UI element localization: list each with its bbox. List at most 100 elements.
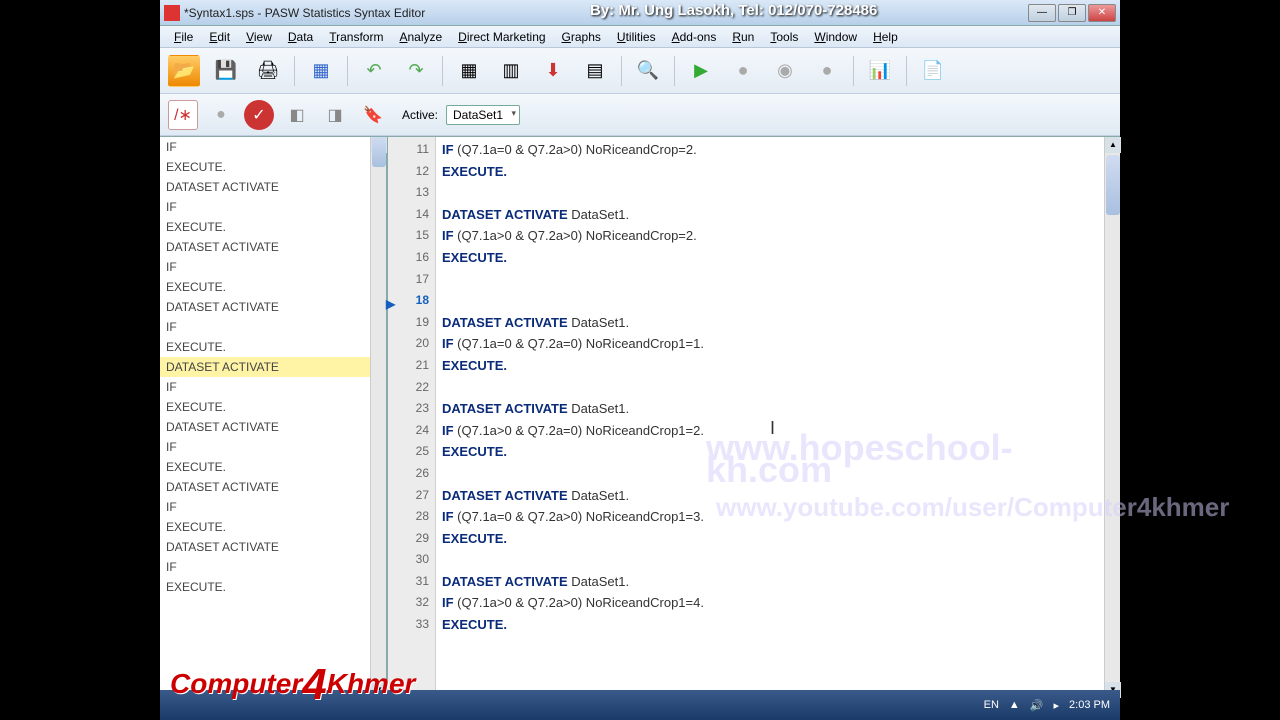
nav-item[interactable]: EXECUTE. xyxy=(160,577,370,597)
variables-icon[interactable]: ▥ xyxy=(495,55,527,87)
tool-icon-1[interactable]: ● xyxy=(727,55,759,87)
nav-item[interactable]: DATASET ACTIVATE xyxy=(160,417,370,437)
code-line[interactable] xyxy=(442,549,1104,571)
open-icon[interactable]: 📂 xyxy=(168,55,200,87)
data-icon[interactable]: ▦ xyxy=(305,55,337,87)
validate-icon[interactable]: ✓ xyxy=(244,100,274,130)
minimize-button[interactable]: — xyxy=(1028,4,1056,22)
active-dataset-combo[interactable]: DataSet1 xyxy=(446,105,520,125)
gutter-line[interactable]: 19 xyxy=(388,312,435,334)
help-icon[interactable]: 📊 xyxy=(864,55,896,87)
code-line[interactable] xyxy=(442,269,1104,291)
comment-icon[interactable]: /∗ xyxy=(168,100,198,130)
gutter-line[interactable]: 23 xyxy=(388,398,435,420)
menu-add-ons[interactable]: Add-ons xyxy=(664,28,725,46)
nav-item[interactable]: EXECUTE. xyxy=(160,157,370,177)
gutter-line[interactable]: 13 xyxy=(388,182,435,204)
breakpoint-icon[interactable]: ● xyxy=(206,100,236,130)
gutter-line[interactable]: 27 xyxy=(388,485,435,507)
tool-icon-3[interactable]: ● xyxy=(811,55,843,87)
menu-run[interactable]: Run xyxy=(724,28,762,46)
code-line[interactable] xyxy=(442,290,1104,312)
code-line[interactable] xyxy=(442,377,1104,399)
tray-network-icon[interactable]: ▲ xyxy=(1009,699,1020,711)
menu-tools[interactable]: Tools xyxy=(762,28,806,46)
code-line[interactable]: IF (Q7.1a=0 & Q7.2a>0) NoRiceandCrop=2. xyxy=(442,139,1104,161)
nav-item[interactable]: IF xyxy=(160,557,370,577)
line-gutter[interactable]: 1112131415161718▶19202122232425262728293… xyxy=(388,137,436,698)
nav-item[interactable]: IF xyxy=(160,317,370,337)
nav-item[interactable]: DATASET ACTIVATE xyxy=(160,297,370,317)
code-line[interactable]: DATASET ACTIVATE DataSet1. xyxy=(442,204,1104,226)
nav-item[interactable]: IF xyxy=(160,437,370,457)
nav-item[interactable]: DATASET ACTIVATE xyxy=(160,537,370,557)
gutter-line[interactable]: 31 xyxy=(388,571,435,593)
code-line[interactable]: EXECUTE. xyxy=(442,355,1104,377)
nav-item[interactable]: DATASET ACTIVATE xyxy=(160,477,370,497)
code-line[interactable]: EXECUTE. xyxy=(442,614,1104,636)
tray-clock[interactable]: 2:03 PM xyxy=(1069,699,1110,711)
code-line[interactable] xyxy=(442,463,1104,485)
gutter-line[interactable]: 24 xyxy=(388,420,435,442)
menu-direct-marketing[interactable]: Direct Marketing xyxy=(450,28,553,46)
gutter-line[interactable]: 30 xyxy=(388,549,435,571)
nav-item[interactable]: DATASET ACTIVATE xyxy=(160,177,370,197)
code-line[interactable]: EXECUTE. xyxy=(442,161,1104,183)
indent-right-icon[interactable]: ◨ xyxy=(320,100,350,130)
gutter-line[interactable]: 22 xyxy=(388,377,435,399)
redo-icon[interactable]: ↷ xyxy=(400,55,432,87)
undo-icon[interactable]: ↶ xyxy=(358,55,390,87)
menu-graphs[interactable]: Graphs xyxy=(554,28,609,46)
menu-file[interactable]: File xyxy=(166,28,201,46)
code-line[interactable]: EXECUTE. xyxy=(442,528,1104,550)
code-line[interactable]: IF (Q7.1a=0 & Q7.2a>0) NoRiceandCrop1=3. xyxy=(442,506,1104,528)
nav-item[interactable]: EXECUTE. xyxy=(160,337,370,357)
nav-item[interactable]: EXECUTE. xyxy=(160,457,370,477)
code-line[interactable]: EXECUTE. xyxy=(442,247,1104,269)
system-tray[interactable]: EN ▲ 🔊 ▸ 2:03 PM xyxy=(984,699,1120,712)
nav-item[interactable]: IF xyxy=(160,497,370,517)
gutter-line[interactable]: 18▶ xyxy=(388,290,435,312)
gutter-line[interactable]: 25 xyxy=(388,441,435,463)
nav-item[interactable]: IF xyxy=(160,377,370,397)
code-line[interactable]: DATASET ACTIVATE DataSet1. xyxy=(442,571,1104,593)
gutter-line[interactable]: 16 xyxy=(388,247,435,269)
menu-data[interactable]: Data xyxy=(280,28,321,46)
code-line[interactable]: DATASET ACTIVATE DataSet1. xyxy=(442,312,1104,334)
code-line[interactable]: IF (Q7.1a>0 & Q7.2a>0) NoRiceandCrop1=4. xyxy=(442,592,1104,614)
code-line[interactable]: DATASET ACTIVATE DataSet1. xyxy=(442,398,1104,420)
tray-volume-icon[interactable]: 🔊 xyxy=(1030,699,1044,712)
doc-icon[interactable]: 📄 xyxy=(917,55,949,87)
gutter-line[interactable]: 15 xyxy=(388,225,435,247)
tray-flag-icon[interactable]: ▸ xyxy=(1054,699,1060,712)
left-scrollbar[interactable]: ▲ ▼ xyxy=(370,137,386,698)
code-line[interactable]: EXECUTE. xyxy=(442,441,1104,463)
menu-utilities[interactable]: Utilities xyxy=(609,28,664,46)
tray-lang[interactable]: EN xyxy=(984,699,999,711)
nav-item[interactable]: DATASET ACTIVATE xyxy=(160,357,370,377)
menu-analyze[interactable]: Analyze xyxy=(391,28,450,46)
scroll-thumb[interactable] xyxy=(1106,155,1120,215)
gutter-line[interactable]: 17 xyxy=(388,269,435,291)
code-line[interactable]: IF (Q7.1a>0 & Q7.2a>0) NoRiceandCrop=2. xyxy=(442,225,1104,247)
nav-item[interactable]: IF xyxy=(160,137,370,157)
insert-icon[interactable]: ⬇ xyxy=(537,55,569,87)
goto-case-icon[interactable]: ▦ xyxy=(453,55,485,87)
code-line[interactable] xyxy=(442,182,1104,204)
menu-view[interactable]: View xyxy=(238,28,280,46)
gutter-line[interactable]: 26 xyxy=(388,463,435,485)
nav-item[interactable]: EXECUTE. xyxy=(160,397,370,417)
gutter-line[interactable]: 14 xyxy=(388,204,435,226)
gutter-line[interactable]: 32 xyxy=(388,592,435,614)
menu-window[interactable]: Window xyxy=(806,28,865,46)
nav-item[interactable]: IF xyxy=(160,197,370,217)
bookmark-icon[interactable]: 🔖 xyxy=(358,100,388,130)
gutter-line[interactable]: 21 xyxy=(388,355,435,377)
gutter-line[interactable]: 28 xyxy=(388,506,435,528)
nav-item[interactable]: IF xyxy=(160,257,370,277)
scroll-thumb[interactable] xyxy=(372,137,386,167)
save-icon[interactable]: 💾 xyxy=(210,55,242,87)
split-icon[interactable]: ▤ xyxy=(579,55,611,87)
menu-transform[interactable]: Transform xyxy=(321,28,391,46)
indent-left-icon[interactable]: ◧ xyxy=(282,100,312,130)
